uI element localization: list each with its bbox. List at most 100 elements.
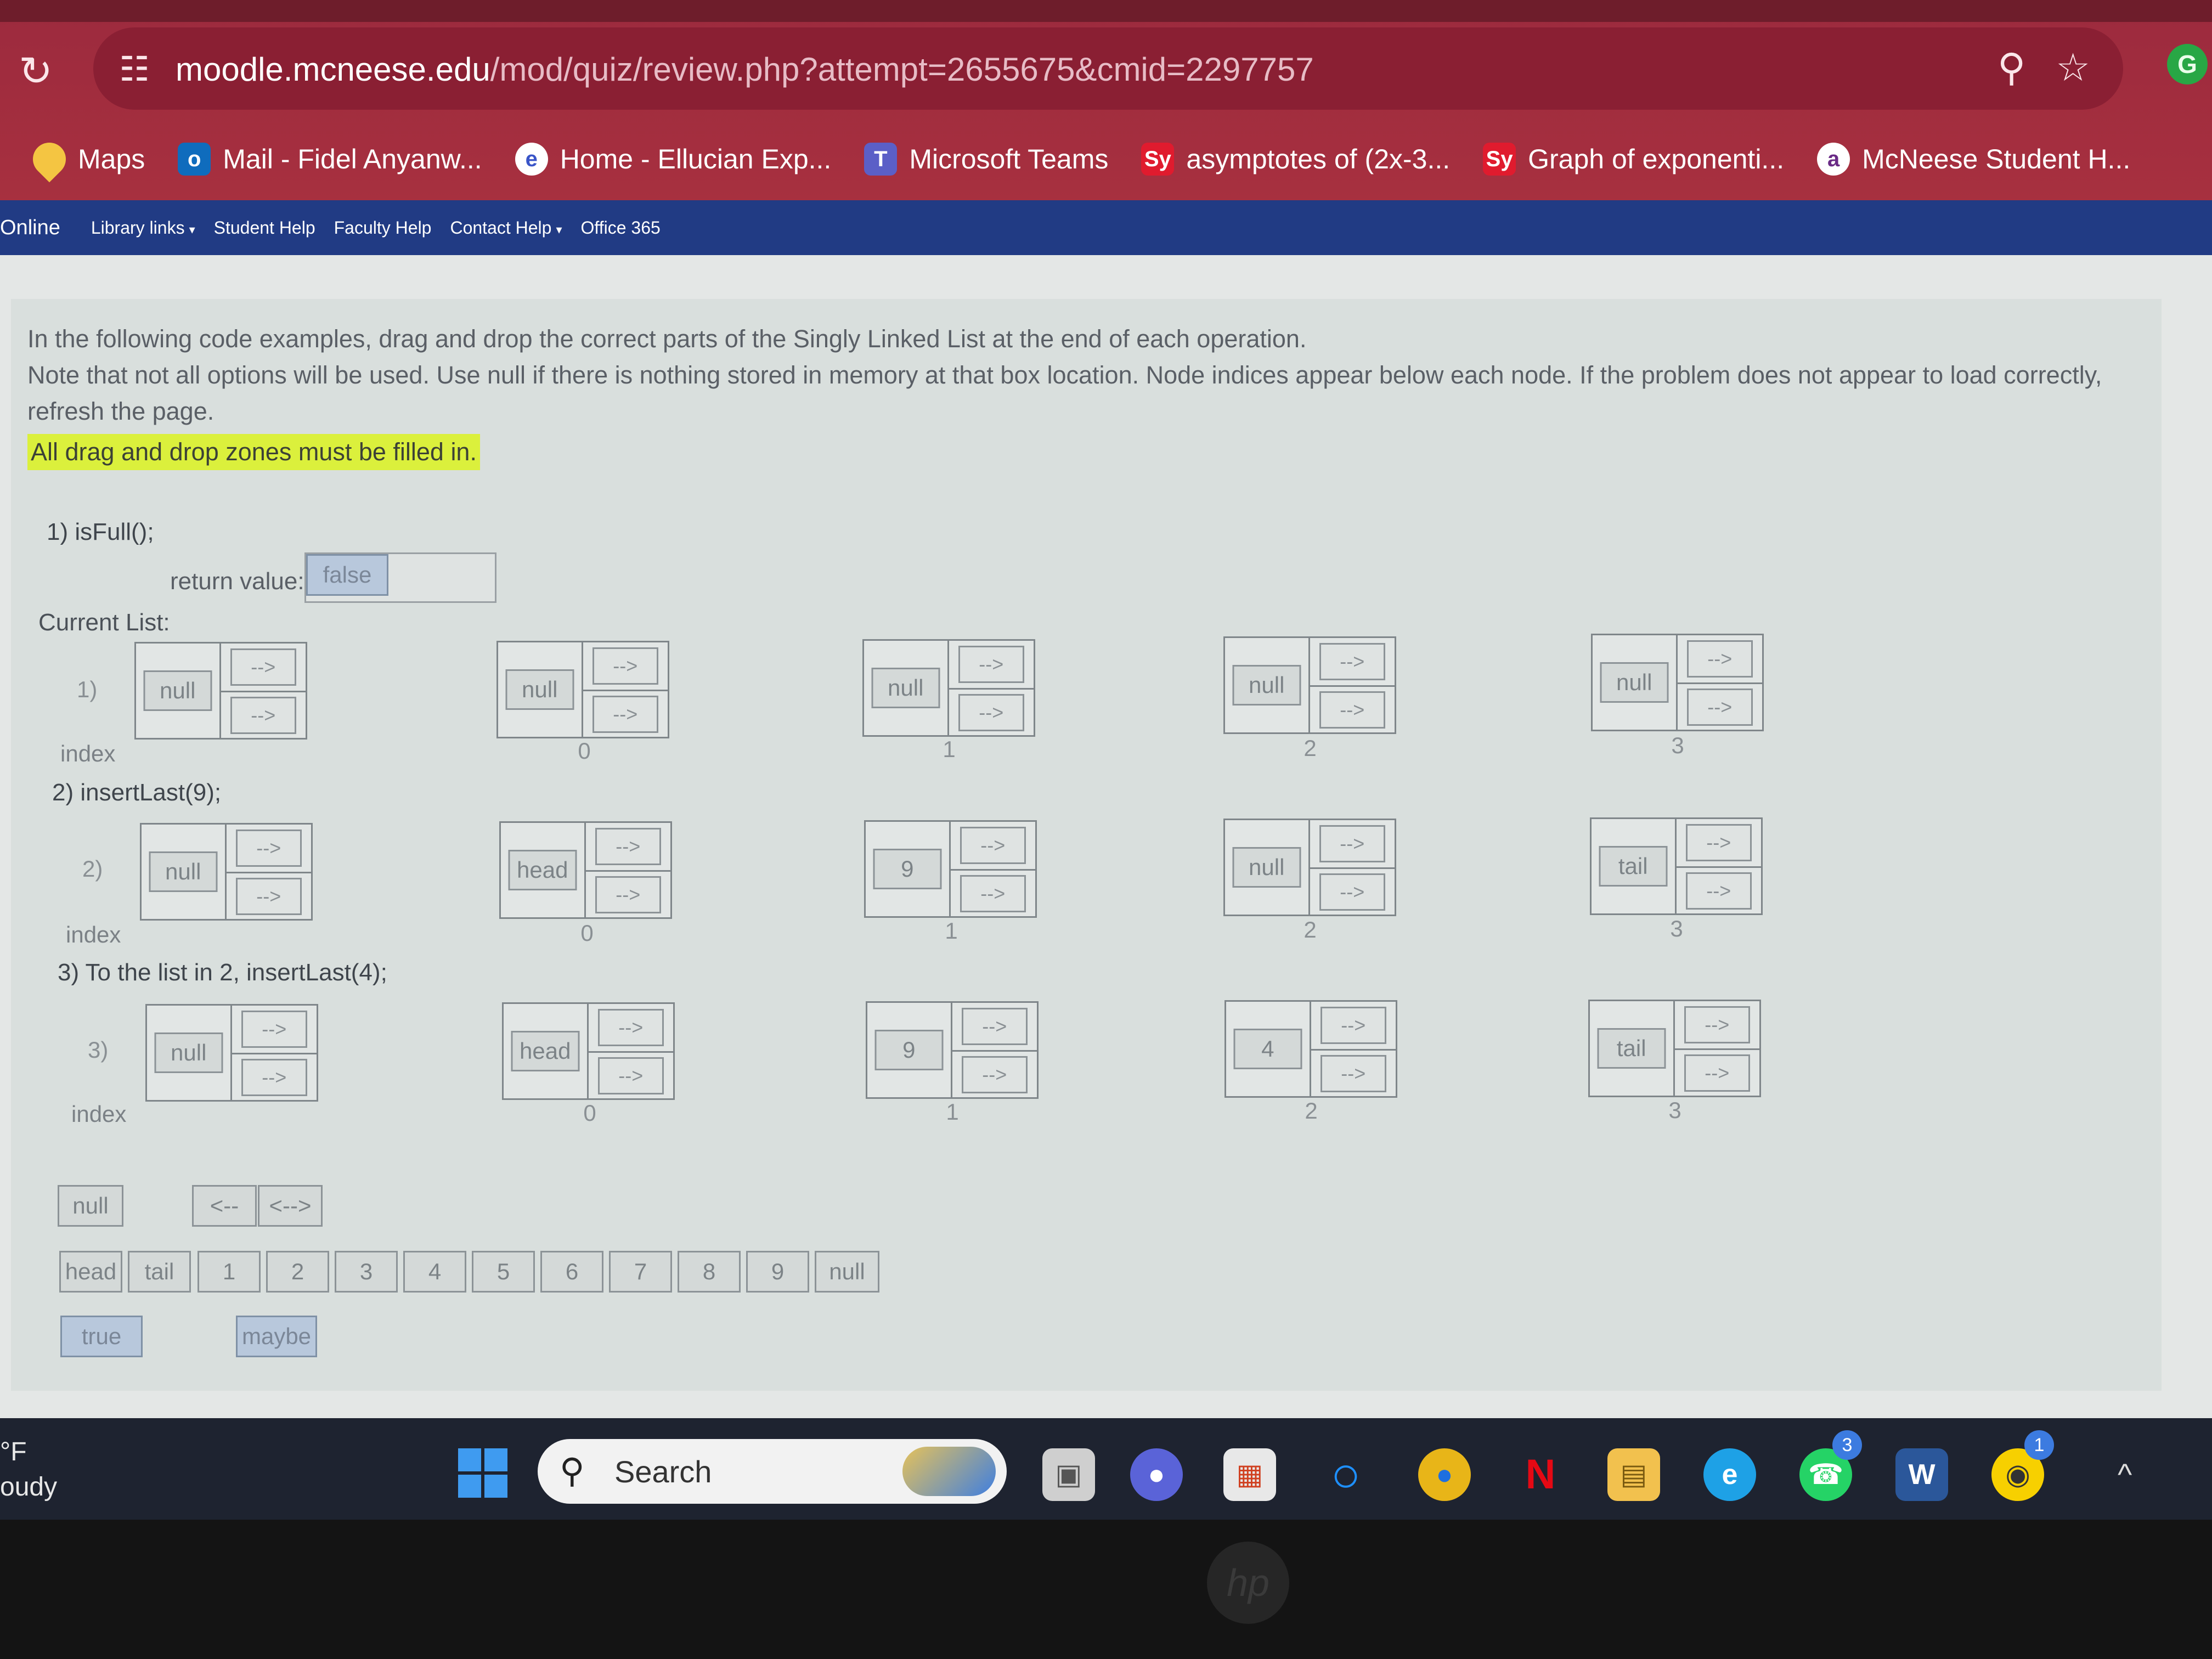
pointer-cell[interactable]: --> bbox=[1310, 685, 1395, 732]
site-info-icon[interactable]: ☷ bbox=[115, 50, 154, 89]
bookmark-graph[interactable]: Sy Graph of exponenti... bbox=[1483, 143, 1784, 176]
data-tile[interactable]: tail bbox=[1597, 1028, 1666, 1069]
data-cell[interactable]: null bbox=[1225, 820, 1310, 915]
pointer-cell[interactable]: --> bbox=[226, 872, 311, 919]
pointer-tile[interactable]: --> bbox=[1684, 1054, 1750, 1092]
pointer-tile[interactable]: --> bbox=[961, 1056, 1028, 1093]
data-cell[interactable]: 9 bbox=[867, 1003, 952, 1097]
data-cell[interactable]: tail bbox=[1592, 819, 1677, 913]
pointer-tile[interactable]: --> bbox=[961, 1008, 1028, 1045]
pointer-cell[interactable]: --> bbox=[1311, 1002, 1396, 1049]
microsoft-store-icon[interactable]: ▦ bbox=[1223, 1448, 1276, 1501]
url-text[interactable]: moodle.mcneese.edu/mod/quiz/review.php?a… bbox=[176, 50, 1314, 89]
data-tile[interactable]: null bbox=[154, 1032, 223, 1073]
pool-9-tile[interactable]: 9 bbox=[746, 1251, 809, 1293]
pointer-cell[interactable]: --> bbox=[1674, 1048, 1759, 1096]
pointer-cell[interactable]: --> bbox=[1675, 1001, 1760, 1048]
data-cell[interactable]: null bbox=[1225, 638, 1310, 732]
pool-back-arrow-tile[interactable]: <-- bbox=[192, 1185, 257, 1227]
pool-5-tile[interactable]: 5 bbox=[472, 1251, 535, 1293]
pointer-tile[interactable]: --> bbox=[960, 874, 1026, 912]
pool-tail-tile[interactable]: tail bbox=[128, 1251, 191, 1293]
pool-double-arrow-tile[interactable]: <--> bbox=[258, 1185, 323, 1227]
pointer-tile[interactable]: --> bbox=[1319, 825, 1385, 862]
bookmark-mcneese[interactable]: a McNeese Student H... bbox=[1817, 143, 2130, 176]
pointer-cell[interactable]: --> bbox=[1310, 820, 1395, 867]
return-value-dropzone[interactable]: false bbox=[304, 552, 496, 603]
pool-null-tile-2[interactable]: null bbox=[815, 1251, 879, 1293]
pointer-cell[interactable]: --> bbox=[585, 870, 670, 917]
windows-start-icon[interactable] bbox=[458, 1448, 507, 1498]
data-cell[interactable]: null bbox=[136, 644, 221, 738]
pointer-tile[interactable]: --> bbox=[592, 647, 658, 685]
pointer-cell[interactable]: --> bbox=[951, 822, 1036, 869]
pointer-tile[interactable]: --> bbox=[1685, 824, 1752, 861]
pointer-cell[interactable]: --> bbox=[1310, 867, 1395, 915]
pointer-cell[interactable]: --> bbox=[1677, 682, 1762, 730]
data-cell[interactable]: tail bbox=[1590, 1001, 1675, 1096]
pool-1-tile[interactable]: 1 bbox=[198, 1251, 261, 1293]
pointer-tile[interactable]: --> bbox=[230, 648, 296, 686]
data-cell[interactable]: null bbox=[1593, 635, 1678, 730]
nav-office-365[interactable]: Office 365 bbox=[581, 218, 661, 238]
data-tile[interactable]: null bbox=[505, 669, 574, 710]
pointer-tile[interactable]: --> bbox=[1319, 691, 1385, 729]
pointer-tile[interactable]: --> bbox=[597, 1057, 664, 1094]
pointer-tile[interactable]: --> bbox=[235, 830, 302, 867]
pointer-tile[interactable]: --> bbox=[595, 876, 661, 913]
data-cell[interactable]: null bbox=[142, 825, 227, 919]
data-tile[interactable]: tail bbox=[1599, 846, 1668, 887]
pointer-tile[interactable]: --> bbox=[1686, 640, 1753, 678]
pointer-cell[interactable]: --> bbox=[952, 1050, 1037, 1097]
pool-true-tile[interactable]: true bbox=[60, 1316, 143, 1357]
profile-avatar[interactable]: G bbox=[2167, 44, 2208, 84]
data-cell[interactable]: null bbox=[864, 641, 949, 735]
data-cell[interactable]: 9 bbox=[866, 822, 951, 916]
data-tile[interactable]: head bbox=[511, 1031, 580, 1071]
nav-student-help[interactable]: Student Help bbox=[214, 218, 315, 238]
pointer-cell[interactable]: --> bbox=[232, 1053, 317, 1100]
chrome-icon[interactable]: ● bbox=[1418, 1448, 1471, 1501]
address-bar[interactable]: ☷ moodle.mcneese.edu/mod/quiz/review.php… bbox=[93, 27, 2123, 110]
pool-3-tile[interactable]: 3 bbox=[335, 1251, 398, 1293]
pointer-tile[interactable]: --> bbox=[1320, 1007, 1386, 1044]
reload-icon[interactable]: ↻ bbox=[16, 51, 55, 92]
pointer-cell[interactable]: --> bbox=[949, 641, 1034, 688]
pointer-cell[interactable]: --> bbox=[952, 1003, 1037, 1050]
edge-icon[interactable]: e bbox=[1703, 1448, 1756, 1501]
pointer-cell[interactable]: --> bbox=[589, 1004, 674, 1051]
data-tile[interactable]: 4 bbox=[1233, 1029, 1302, 1069]
data-tile[interactable]: null bbox=[1232, 665, 1301, 706]
pointer-tile[interactable]: --> bbox=[1320, 1054, 1386, 1092]
data-tile[interactable]: null bbox=[871, 668, 940, 708]
pointer-cell[interactable]: --> bbox=[949, 688, 1034, 735]
pointer-cell[interactable]: --> bbox=[586, 823, 671, 870]
pool-maybe-tile[interactable]: maybe bbox=[236, 1316, 317, 1357]
netflix-icon[interactable]: N bbox=[1514, 1448, 1567, 1501]
pointer-cell[interactable]: --> bbox=[588, 1051, 673, 1098]
data-cell[interactable]: head bbox=[504, 1004, 589, 1098]
bookmark-star-icon[interactable]: ☆ bbox=[2056, 46, 2090, 89]
data-tile[interactable]: 9 bbox=[874, 1030, 944, 1070]
return-value-tile[interactable]: false bbox=[306, 554, 388, 596]
pool-head-tile[interactable]: head bbox=[59, 1251, 122, 1293]
pointer-tile[interactable]: --> bbox=[1685, 872, 1752, 910]
pointer-tile[interactable]: --> bbox=[597, 1009, 664, 1046]
pointer-cell[interactable]: --> bbox=[1310, 638, 1395, 685]
file-explorer-icon[interactable]: ▤ bbox=[1607, 1448, 1660, 1501]
bookmark-asymptotes[interactable]: Sy asymptotes of (2x-3... bbox=[1141, 143, 1450, 176]
pointer-cell[interactable]: --> bbox=[1677, 819, 1762, 866]
nav-contact-help[interactable]: Contact Help ▾ bbox=[450, 218, 562, 238]
pointer-cell[interactable]: --> bbox=[227, 825, 312, 872]
data-tile[interactable]: head bbox=[508, 850, 577, 890]
pointer-cell[interactable]: --> bbox=[583, 642, 668, 690]
pointer-tile[interactable]: --> bbox=[241, 1058, 307, 1096]
bookmark-teams[interactable]: T Microsoft Teams bbox=[864, 143, 1108, 176]
weather-widget[interactable]: °F oudy bbox=[0, 1435, 57, 1505]
zoom-icon[interactable]: ⚲ bbox=[1997, 46, 2025, 89]
pointer-tile[interactable]: --> bbox=[958, 646, 1024, 683]
word-icon[interactable]: W bbox=[1895, 1448, 1948, 1501]
pointer-tile[interactable]: --> bbox=[230, 696, 296, 734]
pointer-cell[interactable]: --> bbox=[1311, 1049, 1396, 1096]
data-cell[interactable]: null bbox=[498, 642, 583, 737]
